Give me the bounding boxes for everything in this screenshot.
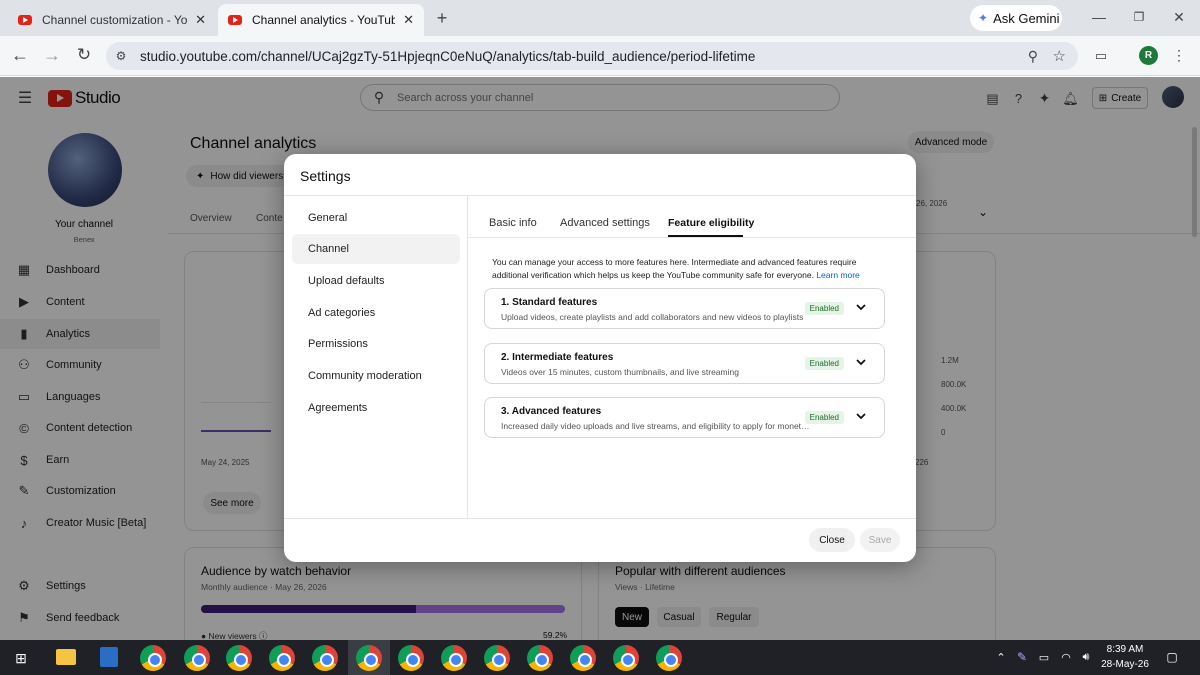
- browser-tab[interactable]: Channel customization - YouTube Studio ✕: [8, 4, 216, 36]
- feature-desc: Upload videos, create playlists and add …: [501, 312, 804, 322]
- close-tab-icon[interactable]: ✕: [403, 12, 414, 28]
- chevron-down-icon[interactable]: [854, 355, 868, 369]
- chrome-icon[interactable]: [484, 645, 510, 671]
- reading-mode-icon[interactable]: ▭: [1092, 47, 1110, 65]
- menu-permissions[interactable]: Permissions: [292, 329, 460, 359]
- tab-basic-info[interactable]: Basic info: [489, 208, 537, 238]
- feature-title: 2. Intermediate features: [501, 352, 614, 363]
- url-text: studio.youtube.com/channel/UCaj2gzTy-51H…: [140, 48, 756, 64]
- wifi-icon[interactable]: ◠: [1058, 650, 1074, 664]
- clock-date[interactable]: 28-May-26: [1096, 659, 1154, 670]
- feature-row-intermediate[interactable]: 2. Intermediate features Videos over 15 …: [484, 343, 885, 384]
- profile-avatar[interactable]: R: [1139, 46, 1158, 65]
- chrome-icon[interactable]: [570, 645, 596, 671]
- notification-center-icon[interactable]: ▢: [1164, 649, 1180, 665]
- feature-row-advanced[interactable]: 3. Advanced features Increased daily vid…: [484, 397, 885, 438]
- windows-start-icon[interactable]: ⊞: [12, 649, 30, 667]
- chrome-icon[interactable]: [441, 645, 467, 671]
- menu-upload-defaults[interactable]: Upload defaults: [292, 266, 460, 296]
- youtube-favicon-icon: [18, 15, 32, 25]
- gemini-sparkle-icon: ✦: [978, 11, 989, 25]
- chrome-icon[interactable]: [184, 645, 210, 671]
- windows-taskbar: ⊞ ⌃ ✎ ▭ ◠ 🔊︎ 8:39 AM 28-May-26 ▢: [0, 640, 1200, 675]
- feature-row-standard[interactable]: 1. Standard features Upload videos, crea…: [484, 288, 885, 329]
- reload-icon[interactable]: ↻: [74, 45, 94, 65]
- title-divider: [284, 195, 916, 196]
- site-settings-icon[interactable]: ⚙: [106, 49, 136, 63]
- menu-channel[interactable]: Channel: [292, 234, 460, 264]
- zoom-icon[interactable]: ⚲: [1028, 48, 1038, 65]
- file-explorer-icon[interactable]: [56, 649, 76, 665]
- tab-advanced-settings[interactable]: Advanced settings: [560, 208, 650, 238]
- close-button[interactable]: Close: [809, 528, 855, 552]
- chevron-down-icon[interactable]: [854, 300, 868, 314]
- volume-icon[interactable]: 🔊︎: [1078, 650, 1094, 664]
- battery-icon[interactable]: ▭: [1036, 650, 1052, 664]
- address-bar[interactable]: ⚙ studio.youtube.com/channel/UCaj2gzTy-5…: [106, 42, 1078, 70]
- calculator-icon[interactable]: [100, 647, 118, 667]
- menu-divider: [467, 196, 468, 518]
- chrome-icon-active[interactable]: [356, 645, 382, 671]
- browser-tab-strip: Channel customization - YouTube Studio ✕…: [0, 0, 1200, 36]
- back-arrow-icon[interactable]: ←: [10, 45, 30, 65]
- feature-desc: Videos over 15 minutes, custom thumbnail…: [501, 367, 739, 377]
- menu-ad-categories[interactable]: Ad categories: [292, 298, 460, 328]
- browser-menu-icon[interactable]: ⋮: [1172, 46, 1186, 64]
- enabled-badge: Enabled: [804, 357, 844, 370]
- feature-title: 1. Standard features: [501, 297, 598, 308]
- intro-body: You can manage your access to more featu…: [492, 257, 857, 280]
- menu-community-moderation[interactable]: Community moderation: [292, 361, 460, 391]
- clock-time[interactable]: 8:39 AM: [1100, 644, 1150, 655]
- tab-title: Channel analytics - YouTube Studio: [252, 13, 396, 27]
- intro-text: You can manage your access to more featu…: [492, 256, 870, 282]
- footer-divider: [284, 518, 916, 519]
- enabled-badge: Enabled: [804, 302, 844, 315]
- settings-dialog: Settings General Channel Upload defaults…: [284, 154, 916, 562]
- chrome-icon[interactable]: [269, 645, 295, 671]
- dialog-title: Settings: [300, 168, 351, 184]
- save-button[interactable]: Save: [860, 528, 900, 552]
- restore-window-icon[interactable]: ❐: [1130, 8, 1148, 26]
- gemini-label: Ask Gemini: [993, 10, 1060, 26]
- chrome-icon[interactable]: [140, 645, 166, 671]
- learn-more-link[interactable]: Learn more: [816, 270, 859, 280]
- menu-general[interactable]: General: [292, 203, 460, 233]
- chrome-icon[interactable]: [527, 645, 553, 671]
- new-tab-plus-icon[interactable]: +: [432, 8, 452, 28]
- tray-chevron-up-icon[interactable]: ⌃: [994, 650, 1008, 664]
- chrome-icon[interactable]: [312, 645, 338, 671]
- close-tab-icon[interactable]: ✕: [195, 12, 206, 28]
- chrome-icon[interactable]: [613, 645, 639, 671]
- bookmark-star-icon[interactable]: ☆: [1053, 47, 1066, 65]
- feature-desc: Increased daily video uploads and live s…: [501, 421, 811, 431]
- youtube-favicon-icon: [228, 15, 242, 25]
- tab-feature-eligibility[interactable]: Feature eligibility: [668, 208, 754, 238]
- feature-title: 3. Advanced features: [501, 406, 602, 417]
- forward-arrow-icon[interactable]: →: [42, 45, 62, 65]
- close-window-icon[interactable]: ✕: [1170, 8, 1188, 26]
- chrome-icon[interactable]: [656, 645, 682, 671]
- chrome-icon[interactable]: [398, 645, 424, 671]
- chrome-icon[interactable]: [226, 645, 252, 671]
- pen-icon[interactable]: ✎: [1014, 650, 1030, 664]
- tab-title: Channel customization - YouTube Studio: [42, 13, 188, 27]
- enabled-badge: Enabled: [804, 411, 844, 424]
- minimize-icon[interactable]: —: [1090, 8, 1108, 26]
- menu-agreements[interactable]: Agreements: [292, 393, 460, 423]
- chevron-down-icon[interactable]: [854, 409, 868, 423]
- browser-tab-active[interactable]: Channel analytics - YouTube Studio ✕: [218, 4, 424, 36]
- tabs-divider: [468, 237, 916, 238]
- ask-gemini-button[interactable]: ✦ Ask Gemini: [970, 5, 1062, 31]
